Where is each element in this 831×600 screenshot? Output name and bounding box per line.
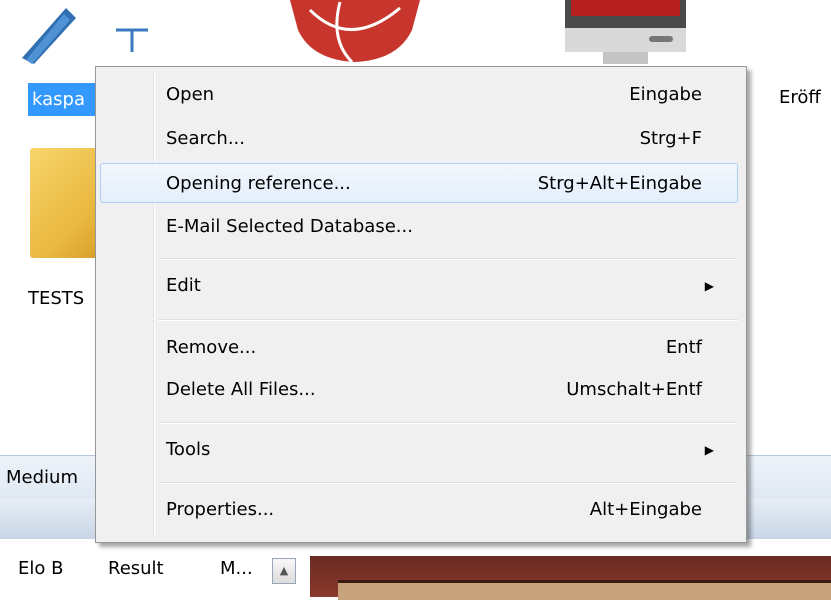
menu-item-label: Properties... [166,499,275,520]
scroll-up-icon[interactable]: ▲ [272,558,296,584]
menu-item-label: E-Mail Selected Database... [166,216,413,237]
menu-item-shortcut: Umschalt+Entf [566,379,702,400]
menu-item-shortcut: Entf [665,337,702,358]
menu-item-label: Delete All Files... [166,379,316,400]
menu-item-shortcut: Strg+F [639,128,702,149]
monitor-icon[interactable] [563,0,688,66]
folder-icon[interactable] [30,148,98,258]
menu-separator [158,319,738,321]
menu-separator [158,258,738,260]
menu-item-label: Open [166,84,215,105]
chess-board[interactable] [338,580,831,600]
menu-item-properties[interactable]: Properties... Alt+Eingabe [100,490,738,530]
column-header-m[interactable]: M... [220,558,253,579]
context-menu: Open Eingabe Search... Strg+F Opening re… [95,66,747,543]
column-header-result[interactable]: Result [108,558,164,579]
column-header-elo-b[interactable]: Elo B [18,558,63,579]
menu-item-shortcut: Alt+Eingabe [589,499,702,520]
folder-label[interactable]: TESTS [28,288,84,309]
strip-label: Medium [6,467,78,488]
desktop-item-label-right[interactable]: Eröff [779,87,821,108]
menu-item-remove[interactable]: Remove... Entf [100,328,738,368]
menu-item-label: Search... [166,128,246,149]
menu-item-label: Remove... [166,337,257,358]
menu-item-label: Opening reference... [166,173,351,194]
menu-item-tools[interactable]: Tools ▶ [100,430,738,470]
chevron-right-icon: ▶ [704,279,714,293]
menu-item-shortcut: Eingabe [629,84,702,105]
menu-item-search[interactable]: Search... Strg+F [100,119,738,159]
menu-item-opening-reference[interactable]: Opening reference... Strg+Alt+Eingabe [100,163,738,203]
menu-item-label: Edit [166,275,201,296]
menu-item-open[interactable]: Open Eingabe [100,75,738,115]
menu-item-shortcut: Strg+Alt+Eingabe [537,173,702,194]
menu-item-email-database[interactable]: E-Mail Selected Database... [100,207,738,247]
menu-separator [158,422,738,424]
chevron-right-icon: ▶ [704,443,714,457]
menu-separator [158,482,738,484]
globe-icon[interactable] [290,0,420,66]
menu-item-delete-all-files[interactable]: Delete All Files... Umschalt+Entf [100,370,738,410]
desktop-item-label-selected[interactable]: kaspa [28,83,102,116]
pen-icon[interactable] [14,0,154,66]
menu-item-edit[interactable]: Edit ▶ [100,266,738,306]
menu-item-label: Tools [166,439,211,460]
